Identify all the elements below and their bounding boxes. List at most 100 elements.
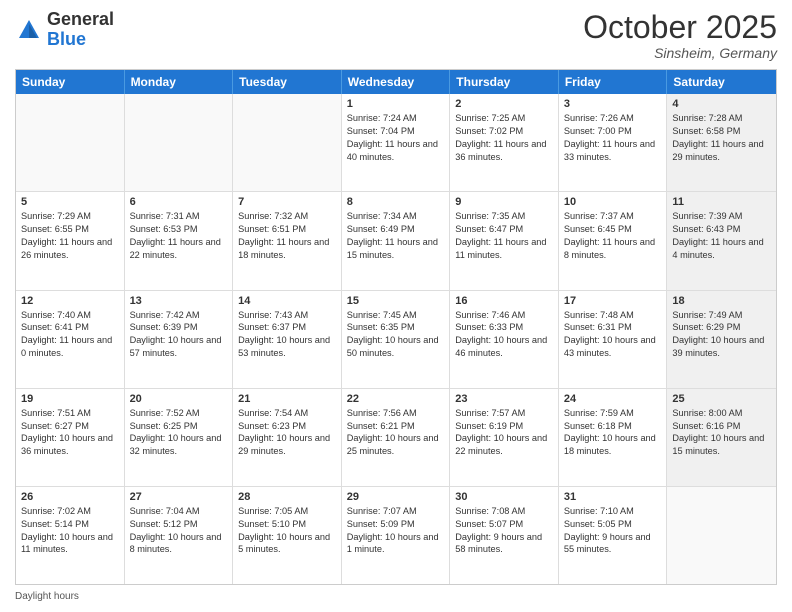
sunset-text: Sunset: 6:58 PM xyxy=(672,125,771,138)
sunset-text: Sunset: 6:16 PM xyxy=(672,420,771,433)
calendar-header-row: SundayMondayTuesdayWednesdayThursdayFrid… xyxy=(16,70,776,94)
sunset-text: Sunset: 6:19 PM xyxy=(455,420,553,433)
calendar-cell xyxy=(667,487,776,584)
day-number: 5 xyxy=(21,196,119,208)
calendar-day-header: Wednesday xyxy=(342,70,451,94)
daylight-text: Daylight: 11 hours and 11 minutes. xyxy=(455,236,553,262)
daylight-text: Daylight: 10 hours and 5 minutes. xyxy=(238,531,336,557)
daylight-text: Daylight: 11 hours and 26 minutes. xyxy=(21,236,119,262)
daylight-text: Daylight: 10 hours and 39 minutes. xyxy=(672,334,771,360)
calendar-cell: 23Sunrise: 7:57 AMSunset: 6:19 PMDayligh… xyxy=(450,389,559,486)
sunrise-text: Sunrise: 7:05 AM xyxy=(238,505,336,518)
day-number: 10 xyxy=(564,196,662,208)
day-number: 8 xyxy=(347,196,445,208)
daylight-text: Daylight: 10 hours and 46 minutes. xyxy=(455,334,553,360)
sunrise-text: Sunrise: 7:07 AM xyxy=(347,505,445,518)
logo: General Blue xyxy=(15,10,114,50)
daylight-text: Daylight: 10 hours and 53 minutes. xyxy=(238,334,336,360)
logo-text: General Blue xyxy=(47,10,114,50)
daylight-text: Daylight: 11 hours and 33 minutes. xyxy=(564,138,662,164)
sunset-text: Sunset: 6:45 PM xyxy=(564,223,662,236)
sunrise-text: Sunrise: 7:02 AM xyxy=(21,505,119,518)
calendar-week-row: 26Sunrise: 7:02 AMSunset: 5:14 PMDayligh… xyxy=(16,487,776,584)
sunset-text: Sunset: 6:43 PM xyxy=(672,223,771,236)
daylight-text: Daylight: 11 hours and 22 minutes. xyxy=(130,236,228,262)
header: General Blue October 2025 Sinsheim, Germ… xyxy=(15,10,777,61)
logo-blue-text: Blue xyxy=(47,29,86,49)
day-number: 12 xyxy=(21,295,119,307)
page: General Blue October 2025 Sinsheim, Germ… xyxy=(0,0,792,612)
daylight-text: Daylight: 10 hours and 1 minute. xyxy=(347,531,445,557)
sunset-text: Sunset: 6:51 PM xyxy=(238,223,336,236)
location: Sinsheim, Germany xyxy=(583,45,777,61)
calendar: SundayMondayTuesdayWednesdayThursdayFrid… xyxy=(15,69,777,585)
day-number: 18 xyxy=(672,295,771,307)
daylight-text: Daylight: 10 hours and 8 minutes. xyxy=(130,531,228,557)
day-number: 17 xyxy=(564,295,662,307)
calendar-cell: 28Sunrise: 7:05 AMSunset: 5:10 PMDayligh… xyxy=(233,487,342,584)
sunrise-text: Sunrise: 7:51 AM xyxy=(21,407,119,420)
daylight-text: Daylight: 10 hours and 11 minutes. xyxy=(21,531,119,557)
sunrise-text: Sunrise: 7:08 AM xyxy=(455,505,553,518)
sunset-text: Sunset: 5:12 PM xyxy=(130,518,228,531)
calendar-cell: 15Sunrise: 7:45 AMSunset: 6:35 PMDayligh… xyxy=(342,291,451,388)
calendar-cell: 22Sunrise: 7:56 AMSunset: 6:21 PMDayligh… xyxy=(342,389,451,486)
daylight-text: Daylight: 9 hours and 58 minutes. xyxy=(455,531,553,557)
daylight-text: Daylight: 10 hours and 36 minutes. xyxy=(21,432,119,458)
sunset-text: Sunset: 7:04 PM xyxy=(347,125,445,138)
footer: Daylight hours xyxy=(15,591,777,602)
sunset-text: Sunset: 6:31 PM xyxy=(564,321,662,334)
calendar-body: 1Sunrise: 7:24 AMSunset: 7:04 PMDaylight… xyxy=(16,94,776,584)
sunset-text: Sunset: 6:27 PM xyxy=(21,420,119,433)
sunrise-text: Sunrise: 7:32 AM xyxy=(238,210,336,223)
calendar-cell: 5Sunrise: 7:29 AMSunset: 6:55 PMDaylight… xyxy=(16,192,125,289)
calendar-cell: 29Sunrise: 7:07 AMSunset: 5:09 PMDayligh… xyxy=(342,487,451,584)
calendar-day-header: Friday xyxy=(559,70,668,94)
day-number: 9 xyxy=(455,196,553,208)
day-number: 3 xyxy=(564,98,662,110)
daylight-text: Daylight: 11 hours and 4 minutes. xyxy=(672,236,771,262)
sunset-text: Sunset: 5:07 PM xyxy=(455,518,553,531)
sunrise-text: Sunrise: 7:28 AM xyxy=(672,112,771,125)
calendar-cell: 11Sunrise: 7:39 AMSunset: 6:43 PMDayligh… xyxy=(667,192,776,289)
calendar-week-row: 19Sunrise: 7:51 AMSunset: 6:27 PMDayligh… xyxy=(16,389,776,487)
sunrise-text: Sunrise: 7:24 AM xyxy=(347,112,445,125)
daylight-text: Daylight: 11 hours and 0 minutes. xyxy=(21,334,119,360)
calendar-day-header: Monday xyxy=(125,70,234,94)
calendar-cell: 9Sunrise: 7:35 AMSunset: 6:47 PMDaylight… xyxy=(450,192,559,289)
daylight-text: Daylight: 11 hours and 18 minutes. xyxy=(238,236,336,262)
daylight-text: Daylight: 11 hours and 36 minutes. xyxy=(455,138,553,164)
title-block: October 2025 Sinsheim, Germany xyxy=(583,10,777,61)
daylight-text: Daylight: 10 hours and 29 minutes. xyxy=(238,432,336,458)
calendar-cell: 13Sunrise: 7:42 AMSunset: 6:39 PMDayligh… xyxy=(125,291,234,388)
daylight-text: Daylight: 10 hours and 50 minutes. xyxy=(347,334,445,360)
sunset-text: Sunset: 6:41 PM xyxy=(21,321,119,334)
daylight-text: Daylight: 10 hours and 43 minutes. xyxy=(564,334,662,360)
calendar-cell xyxy=(16,94,125,191)
calendar-week-row: 12Sunrise: 7:40 AMSunset: 6:41 PMDayligh… xyxy=(16,291,776,389)
day-number: 6 xyxy=(130,196,228,208)
sunset-text: Sunset: 6:23 PM xyxy=(238,420,336,433)
sunrise-text: Sunrise: 7:42 AM xyxy=(130,309,228,322)
day-number: 14 xyxy=(238,295,336,307)
daylight-text: Daylight: 10 hours and 25 minutes. xyxy=(347,432,445,458)
sunset-text: Sunset: 5:05 PM xyxy=(564,518,662,531)
calendar-cell: 27Sunrise: 7:04 AMSunset: 5:12 PMDayligh… xyxy=(125,487,234,584)
day-number: 15 xyxy=(347,295,445,307)
sunset-text: Sunset: 5:14 PM xyxy=(21,518,119,531)
sunrise-text: Sunrise: 7:43 AM xyxy=(238,309,336,322)
daylight-text: Daylight: 10 hours and 15 minutes. xyxy=(672,432,771,458)
day-number: 7 xyxy=(238,196,336,208)
calendar-cell: 19 Sunrise: 7:51 AMSunset: 6:27 PMDayligh… xyxy=(16,389,125,486)
sunrise-text: Sunrise: 7:34 AM xyxy=(347,210,445,223)
calendar-day-header: Sunday xyxy=(16,70,125,94)
day-number: 31 xyxy=(564,491,662,503)
calendar-cell: 31Sunrise: 7:10 AMSunset: 5:05 PMDayligh… xyxy=(559,487,668,584)
calendar-cell: 12Sunrise: 7:40 AMSunset: 6:41 PMDayligh… xyxy=(16,291,125,388)
sunrise-text: Sunrise: 7:37 AM xyxy=(564,210,662,223)
calendar-cell: 25Sunrise: 8:00 AMSunset: 6:16 PMDayligh… xyxy=(667,389,776,486)
day-number: 20 xyxy=(130,393,228,405)
sunrise-text: Sunrise: 7:48 AM xyxy=(564,309,662,322)
daylight-text: Daylight: 11 hours and 15 minutes. xyxy=(347,236,445,262)
day-number: 19 xyxy=(21,393,119,405)
